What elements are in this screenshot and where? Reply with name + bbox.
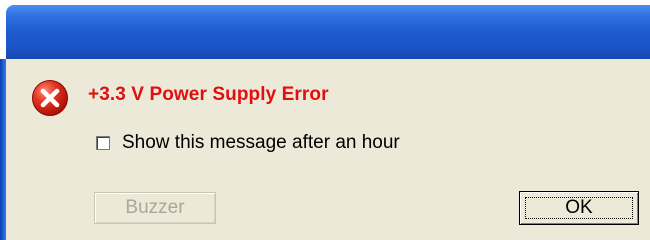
error-dialog: +3.3 V Power Supply Error Show this mess… bbox=[0, 0, 650, 240]
error-message-title: +3.3 V Power Supply Error bbox=[88, 84, 329, 105]
ok-button-label: OK bbox=[565, 197, 593, 218]
buzzer-button[interactable]: Buzzer bbox=[94, 192, 216, 224]
buzzer-button-label: Buzzer bbox=[125, 197, 185, 218]
show-message-label[interactable]: Show this message after an hour bbox=[122, 132, 400, 154]
error-icon bbox=[32, 80, 68, 116]
ok-button[interactable]: OK bbox=[519, 191, 639, 225]
title-bar[interactable] bbox=[6, 5, 650, 59]
show-message-checkbox[interactable] bbox=[96, 136, 110, 150]
show-message-option[interactable]: Show this message after an hour bbox=[96, 132, 400, 154]
